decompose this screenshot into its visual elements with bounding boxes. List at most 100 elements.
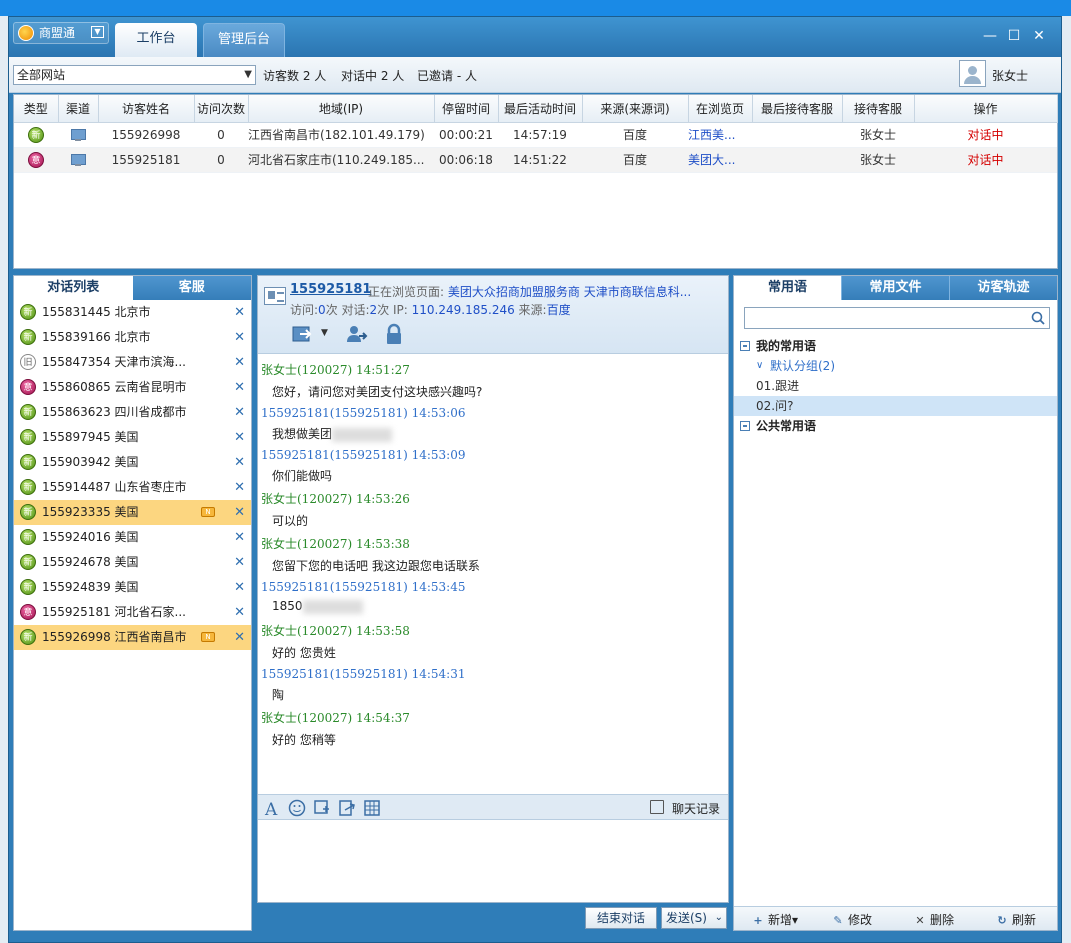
menu-dropdown-icon[interactable]: ▼ — [91, 26, 104, 38]
col-header[interactable]: 停留时间 — [434, 95, 499, 123]
list-item[interactable]: 新 155831445 北京市 ✕ — [14, 300, 251, 325]
tab-admin[interactable]: 管理后台 — [203, 23, 285, 57]
search-icon[interactable] — [1031, 311, 1045, 325]
close-icon[interactable]: ✕ — [234, 400, 245, 425]
invite-user-icon[interactable] — [346, 323, 368, 345]
tab-common-files[interactable]: 常用文件 — [841, 276, 949, 300]
list-item[interactable]: 新 155923335 美国 N ✕ — [14, 500, 251, 525]
tab-conversation-list[interactable]: 对话列表 — [14, 276, 133, 300]
close-icon[interactable]: ✕ — [234, 600, 245, 625]
operation-status[interactable]: 对话中 — [914, 147, 1057, 173]
list-item[interactable]: 新 155897945 美国 ✕ — [14, 425, 251, 450]
avatar[interactable] — [959, 60, 986, 87]
grid-icon[interactable] — [363, 799, 381, 817]
list-item[interactable]: 新 155839166 北京市 ✕ — [14, 325, 251, 350]
close-icon[interactable]: ✕ — [234, 325, 245, 350]
chat-history-button[interactable]: 聊天记录 — [649, 800, 720, 817]
browsing-page[interactable]: 美团大众招商加盟服务商 天津市商联信息科... — [448, 285, 691, 299]
close-icon[interactable]: ✕ — [234, 525, 245, 550]
app-brand-menu[interactable]: 商盟通 ▼ — [13, 22, 109, 44]
table-row[interactable]: 新 155926998 0 江西省南昌市(182.101.49.179) 00:… — [14, 122, 1057, 148]
list-item[interactable]: 新 155924016 美国 ✕ — [14, 525, 251, 550]
list-item[interactable]: 新 155924678 美国 ✕ — [14, 550, 251, 575]
quick-reply-item[interactable]: 01.跟进 — [734, 376, 1057, 396]
send-button[interactable]: 发送(S) ⌄ — [661, 907, 727, 929]
col-header[interactable]: 地域(IP) — [248, 95, 435, 123]
col-header[interactable]: 来源(来源词) — [582, 95, 689, 123]
list-item[interactable]: 新 155924839 美国 ✕ — [14, 575, 251, 600]
list-item[interactable]: 新 155903942 美国 ✕ — [14, 450, 251, 475]
close-icon[interactable]: ✕ — [1030, 27, 1048, 45]
list-item[interactable]: 新 155914487 山东省枣庄市 ✕ — [14, 475, 251, 500]
chevron-down-icon[interactable]: ▼ — [321, 328, 328, 338]
close-icon[interactable]: ✕ — [234, 300, 245, 325]
edit-button[interactable]: ✎ 修改 — [832, 911, 872, 928]
message-header: 张女士(120027) 14:53:58 — [261, 624, 410, 638]
send-file-icon[interactable] — [338, 799, 356, 817]
tab-quick-replies[interactable]: 常用语 — [734, 276, 841, 300]
col-header[interactable]: 访问次数 — [194, 95, 249, 123]
collapse-icon[interactable] — [740, 421, 750, 431]
close-icon[interactable]: ✕ — [234, 450, 245, 475]
chevron-down-icon[interactable]: ⌄ — [715, 908, 723, 928]
col-header[interactable]: 最后接待客服 — [752, 95, 843, 123]
list-item[interactable]: 旧 155847354 天津市滨海... ✕ — [14, 350, 251, 375]
quick-reply-panel: 常用语 常用文件 访客轨迹 我的常用语 ∨ 默认分组(2) 01.跟进 02.问?… — [733, 275, 1058, 931]
site-select[interactable]: 全部网站 ▼ — [13, 65, 256, 85]
close-icon[interactable]: ✕ — [234, 550, 245, 575]
group-my-replies[interactable]: 我的常用语 — [734, 336, 1057, 356]
end-conversation-button[interactable]: 结束对话 — [585, 907, 657, 929]
refresh-button[interactable]: ↻ 刷新 — [996, 911, 1036, 928]
list-item[interactable]: 新 155926998 江西省南昌市 N ✕ — [14, 625, 251, 650]
col-header[interactable]: 访客姓名 — [98, 95, 195, 123]
minimize-icon[interactable]: — — [981, 27, 999, 45]
add-button[interactable]: + 新增▾ — [752, 911, 798, 928]
visitor-card-icon[interactable] — [264, 287, 286, 305]
conversation-id: 155925181 — [42, 605, 111, 619]
message-text: 1850 — [258, 599, 728, 617]
table-row[interactable]: 意 155925181 0 河北省石家庄市(110.249.185... 00:… — [14, 147, 1057, 173]
font-icon[interactable]: A — [263, 799, 281, 817]
browsing-page-link[interactable]: 美团大... — [688, 147, 752, 173]
quick-reply-item[interactable]: 02.问? — [734, 396, 1057, 416]
col-header[interactable]: 渠道 — [58, 95, 99, 123]
lock-icon[interactable] — [383, 323, 405, 345]
tab-agents[interactable]: 客服 — [132, 276, 251, 300]
delete-button[interactable]: ✕ 删除 — [914, 911, 954, 928]
maximize-icon[interactable]: ☐ — [1005, 27, 1023, 45]
current-user-name: 张女士 — [992, 69, 1029, 83]
operation-status[interactable]: 对话中 — [914, 122, 1057, 148]
col-header[interactable]: 类型 — [14, 95, 59, 123]
list-item[interactable]: 意 155925181 河北省石家... ✕ — [14, 600, 251, 625]
transfer-icon[interactable] — [292, 323, 314, 345]
close-icon[interactable]: ✕ — [234, 350, 245, 375]
col-header[interactable]: 接待客服 — [842, 95, 915, 123]
close-icon[interactable]: ✕ — [234, 475, 245, 500]
tab-workbench[interactable]: 工作台 — [115, 23, 197, 57]
tab-visitor-trail[interactable]: 访客轨迹 — [949, 276, 1057, 300]
group-public-replies[interactable]: 公共常用语 — [734, 416, 1057, 436]
conversation-id: 155897945 — [42, 430, 111, 444]
close-icon[interactable]: ✕ — [234, 500, 245, 525]
list-item[interactable]: 新 155863623 四川省成都市 ✕ — [14, 400, 251, 425]
col-header[interactable]: 最后活动时间 — [498, 95, 583, 123]
close-icon[interactable]: ✕ — [234, 375, 245, 400]
conversation-region: 云南省昆明市 — [114, 380, 187, 394]
close-icon[interactable]: ✕ — [234, 625, 245, 650]
emoji-icon[interactable] — [288, 799, 306, 817]
visitor-source: 百度 — [582, 147, 688, 173]
chat-visitor-id[interactable]: 155925181 — [290, 282, 371, 297]
conversation-id: 155923335 — [42, 505, 111, 519]
col-header[interactable]: 在浏览页 — [688, 95, 753, 123]
col-header[interactable]: 操作 — [914, 95, 1058, 123]
list-item[interactable]: 意 155860865 云南省昆明市 ✕ — [14, 375, 251, 400]
close-icon[interactable]: ✕ — [234, 575, 245, 600]
close-icon[interactable]: ✕ — [234, 425, 245, 450]
quick-reply-search-input[interactable] — [744, 307, 1050, 329]
group-default[interactable]: ∨ 默认分组(2) — [734, 356, 1057, 376]
browsing-page-link[interactable]: 江西美... — [688, 122, 752, 148]
message-content: 您好，请问您对美团支付这块感兴趣吗? — [272, 385, 483, 399]
new-visitor-badge: 新 — [20, 529, 36, 545]
collapse-icon[interactable] — [740, 341, 750, 351]
screenshot-icon[interactable] — [313, 799, 331, 817]
